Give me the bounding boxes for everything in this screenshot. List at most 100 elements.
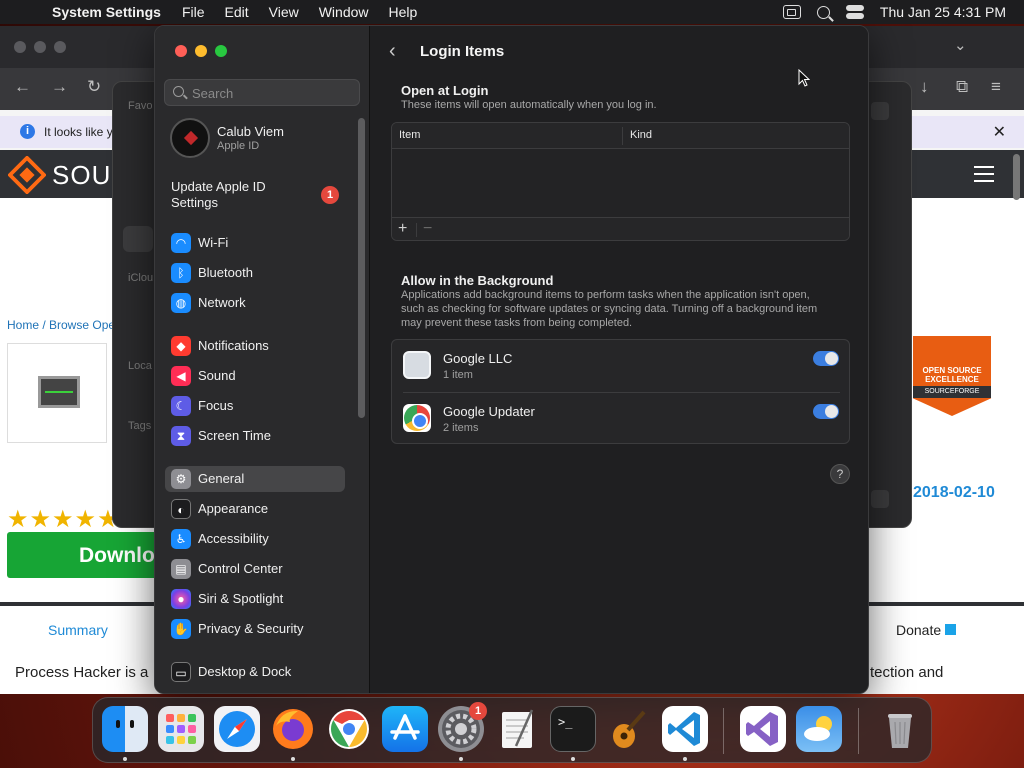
extensions-icon[interactable]: ⧉ [956, 77, 968, 97]
google-updater-toggle[interactable] [813, 404, 839, 419]
menu-view[interactable]: View [269, 4, 299, 20]
dock-weather[interactable] [796, 706, 842, 752]
sidebar-item-focus[interactable]: ☾ Focus [165, 393, 345, 419]
finder-control[interactable] [871, 490, 889, 508]
menu-edit[interactable]: Edit [225, 4, 249, 20]
sidebar-item-desktop-dock[interactable]: ▭ Desktop & Dock [165, 659, 345, 685]
spotlight-icon[interactable] [816, 5, 830, 19]
browser-scrollbar[interactable] [1013, 154, 1020, 200]
close-notification-icon[interactable]: ✕ [993, 122, 1006, 142]
table-header: Item Kind [392, 123, 849, 149]
apple-id-profile[interactable]: Calub Viem Apple ID [165, 118, 355, 160]
reload-icon[interactable]: ↻ [87, 77, 101, 97]
screen-mirroring-icon[interactable] [782, 5, 801, 19]
footer-divider [416, 223, 417, 237]
control-center-icon[interactable] [845, 5, 864, 19]
back-button[interactable]: ‹ [389, 40, 407, 62]
list-item[interactable]: Google Updater 2 items [392, 393, 851, 445]
sidebar-item-notifications[interactable]: ◆ Notifications [165, 333, 345, 359]
list-item[interactable]: Google LLC 1 item [392, 340, 851, 393]
sidebar-item-appearance[interactable]: ◐ Appearance [165, 496, 345, 522]
dock-launchpad[interactable] [158, 706, 204, 752]
zoom-button[interactable] [215, 45, 227, 57]
search-input[interactable] [192, 84, 352, 102]
finder-eye [130, 720, 134, 728]
browser-close-button[interactable] [14, 41, 26, 53]
breadcrumb[interactable]: Home / Browse Ope [7, 318, 115, 332]
finder-search-field[interactable] [871, 102, 889, 120]
sidebar-item-control-center[interactable]: ▤ Control Center [165, 556, 345, 582]
browser-zoom-button[interactable] [54, 41, 66, 53]
download-icon[interactable]: ↓ [920, 77, 929, 97]
search-icon [173, 86, 184, 97]
menu-help[interactable]: Help [389, 4, 418, 20]
background-item-count: 1 item [443, 369, 473, 381]
dock-textedit[interactable] [494, 706, 540, 752]
dock-separator [858, 708, 859, 754]
dock-app-store[interactable] [382, 706, 428, 752]
sidebar-item-bluetooth[interactable]: ᛒ Bluetooth [165, 260, 345, 286]
dock-chrome[interactable] [326, 706, 372, 752]
dock-terminal[interactable]: >_ [550, 706, 596, 752]
hamburger-menu-icon[interactable] [974, 166, 994, 182]
wifi-icon: ◠ [171, 233, 191, 253]
dock-trash[interactable] [877, 706, 923, 752]
dock-visual-studio[interactable] [740, 706, 786, 752]
finder-label-favorites: Favo [128, 100, 153, 112]
system-settings-window: Calub Viem Apple ID Update Apple ID Sett… [154, 25, 869, 694]
update-apple-id-settings[interactable]: Update Apple ID Settings 1 [171, 179, 351, 213]
menu-window[interactable]: Window [319, 4, 369, 20]
running-indicator [123, 757, 127, 761]
dock-safari[interactable] [214, 706, 260, 752]
sourceforge-logo-icon[interactable] [8, 156, 46, 194]
sidebar-item-sound[interactable]: ◀ Sound [165, 363, 345, 389]
add-login-item-button[interactable]: + [398, 220, 407, 238]
sidebar-item-label: Focus [198, 398, 234, 413]
sidebar-item-siri-spotlight[interactable]: ● Siri & Spotlight [165, 586, 345, 612]
sidebar-item-wifi[interactable]: ◠ Wi-Fi [165, 230, 345, 256]
download-button[interactable]: Downlo [7, 532, 157, 578]
sidebar-item-label: Notifications [198, 338, 269, 353]
open-at-login-title: Open at Login [401, 83, 489, 98]
google-llc-toggle[interactable] [813, 351, 839, 366]
remove-login-item-button[interactable]: − [423, 220, 432, 238]
browser-minimize-button[interactable] [34, 41, 46, 53]
sidebar-item-general[interactable]: ⚙ General [165, 466, 345, 492]
dock-garageband[interactable] [606, 706, 652, 752]
login-items-table[interactable]: Item Kind + − [391, 122, 850, 241]
settings-main-pane: ‹ Login Items Open at Login These items … [371, 26, 868, 693]
close-button[interactable] [175, 45, 187, 57]
dock-finder[interactable] [102, 706, 148, 752]
back-arrow-icon[interactable]: ← [14, 77, 31, 97]
forward-arrow-icon[interactable]: → [51, 77, 68, 97]
sidebar-item-label: Control Center [198, 561, 283, 576]
sidebar-item-accessibility[interactable]: ♿ Accessibility [165, 526, 345, 552]
dock-firefox[interactable] [270, 706, 316, 752]
help-button[interactable]: ? [830, 464, 850, 484]
sidebar-item-privacy-security[interactable]: ✋ Privacy & Security [165, 616, 345, 642]
dock-vscode[interactable] [662, 706, 708, 752]
tab-summary[interactable]: Summary [48, 622, 108, 638]
rating-stars: ★★★★★ [7, 506, 120, 533]
menu-icon[interactable]: ≡ [991, 77, 1001, 97]
appearance-icon: ◐ [171, 499, 191, 519]
column-header-kind[interactable]: Kind [630, 129, 652, 141]
app-menu[interactable]: System Settings [52, 4, 161, 20]
app-store-icon [390, 714, 420, 740]
sidebar-item-network[interactable]: ◍ Network [165, 290, 345, 316]
chevron-down-icon[interactable]: ⌄ [954, 36, 967, 54]
dock: 1 >_ [92, 697, 932, 763]
menu-file[interactable]: File [182, 4, 205, 20]
minimize-button[interactable] [195, 45, 207, 57]
profile-subtitle: Apple ID [217, 140, 260, 152]
tab-donate[interactable]: Donate [896, 622, 957, 638]
sidebar-item-screen-time[interactable]: ⧗ Screen Time [165, 423, 345, 449]
sidebar-scrollbar[interactable] [358, 118, 365, 418]
column-header-item[interactable]: Item [399, 129, 420, 141]
gear-icon: ⚙ [171, 469, 191, 489]
running-indicator [291, 757, 295, 761]
search-field[interactable] [164, 79, 360, 106]
visual-studio-icon [746, 712, 778, 746]
sidebar-item-label: Bluetooth [198, 265, 253, 280]
menubar-clock[interactable]: Thu Jan 25 4:31 PM [880, 4, 1006, 20]
